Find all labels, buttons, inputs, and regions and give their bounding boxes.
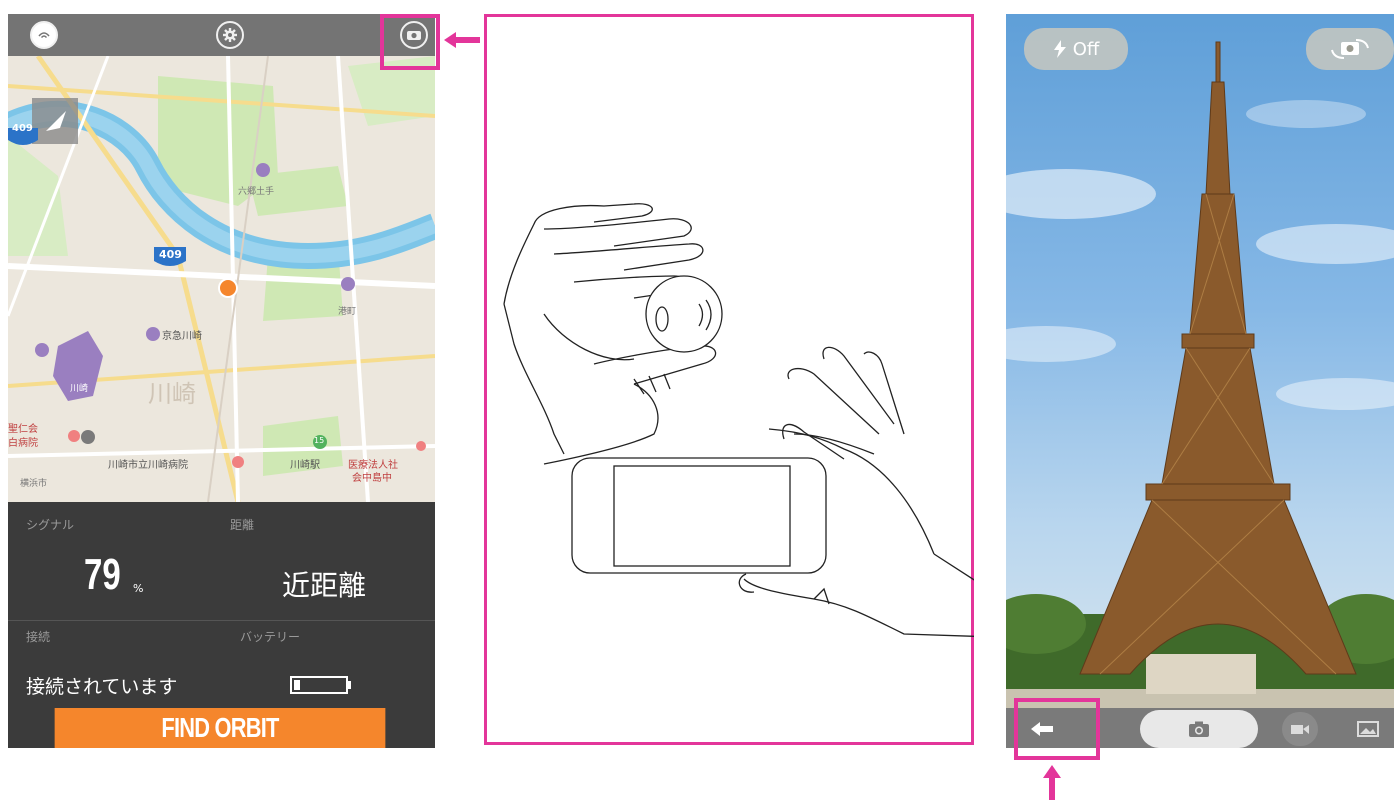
map-label: 川崎 [70,384,89,394]
battery-tip [348,681,351,689]
map-label: 六郷土手 [238,187,275,197]
arrow-up-icon [1043,765,1061,800]
map-label: 川崎市立川崎病院 [108,460,188,471]
signal-icon[interactable] [30,21,58,49]
map-label: 川崎 [148,380,196,408]
gallery-icon [1357,721,1379,737]
orbit-app-screen: 409 409 京急川崎 川崎 川崎市立川崎病院 川崎駅 医療法人社 会中島中 … [8,14,435,748]
switch-camera-button[interactable] [1306,28,1394,70]
flash-toggle-button[interactable]: Off [1024,28,1128,70]
settings-gear-icon[interactable] [216,21,244,49]
signal-label: シグナル [26,518,75,532]
back-arrow-highlight [1014,698,1100,760]
camera-screen: Off [1006,14,1394,748]
camera-icon-highlight [380,14,440,70]
connection-label: 接続 [26,630,51,644]
camera-icon [1189,721,1209,737]
map-label: 京急川崎 [162,331,202,342]
map-view[interactable]: 409 409 京急川崎 川崎 川崎市立川崎病院 川崎駅 医療法人社 会中島中 … [8,56,435,502]
connection-value: 接続されています [26,676,178,698]
map-label: 15 [314,436,325,445]
distance-label: 距離 [230,518,255,532]
divider [8,620,435,621]
map-label: 白病院 [8,438,38,449]
map-label: 横浜市 [20,479,48,489]
map-label: 港町 [338,307,357,317]
battery-icon [290,676,348,694]
usage-illustration [484,14,974,745]
shutter-button[interactable] [1140,710,1258,748]
flash-bolt-icon [1053,40,1066,58]
flash-label: Off [1072,38,1100,60]
map-label: 聖仁会 [8,424,38,435]
distance-value: 近距離 [282,569,367,602]
battery-label: バッテリー [240,630,301,644]
map-label: 会中島中 [352,473,392,484]
video-camera-icon [1291,725,1309,734]
gallery-button[interactable] [1350,712,1386,746]
highway-shield-label: 409 [159,248,182,261]
video-mode-button[interactable] [1282,712,1318,746]
top-bar [8,14,435,56]
switch-camera-icon [1331,39,1369,59]
map-label: 川崎駅 [290,460,320,471]
signal-value: 79 [84,550,121,599]
find-orbit-button[interactable]: FIND ORBIT [54,708,386,748]
arrow-left-icon [444,32,480,48]
highway-shield-label: 409 [12,123,33,134]
signal-unit: % [133,582,144,595]
